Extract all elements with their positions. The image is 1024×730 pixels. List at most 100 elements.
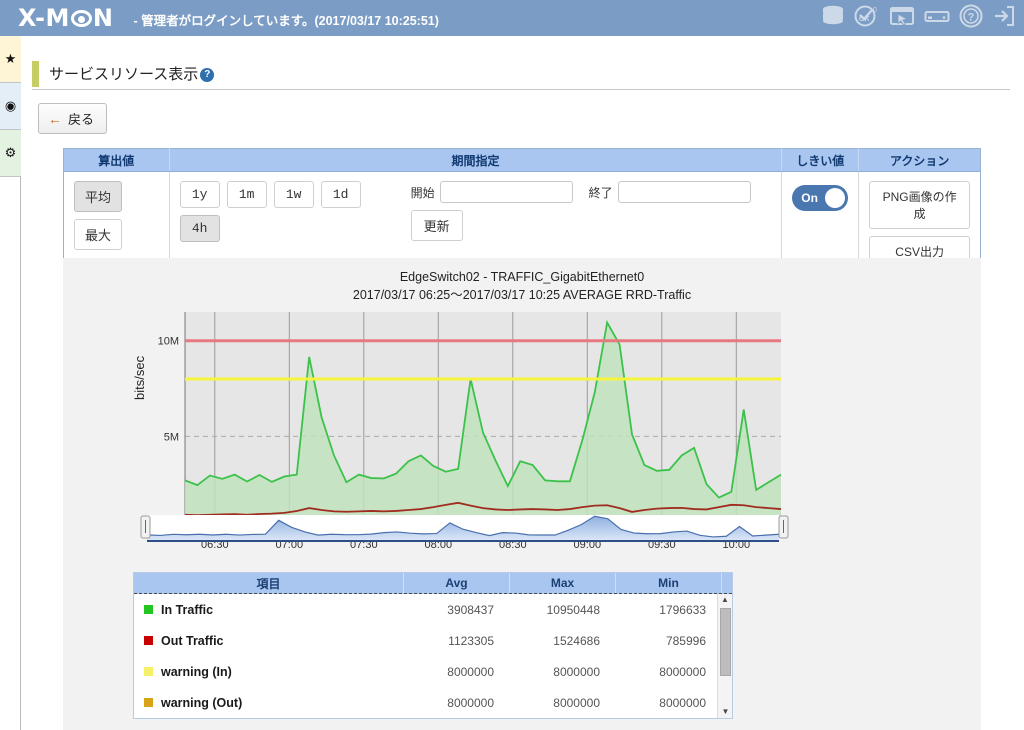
chart-title: EdgeSwitch02 - TRAFFIC_GigabitEthernet0 [399, 270, 645, 284]
header-calc: 算出値 [63, 148, 170, 172]
table-row: warning (In) 8000000 8000000 8000000 [134, 656, 732, 687]
cell-max: 1524686 [553, 633, 600, 648]
check-ok-icon[interactable]: 0 OK [854, 4, 880, 33]
range-1w-button[interactable]: 1w [273, 181, 314, 208]
series-color-swatch [144, 605, 153, 614]
table-scrollbar[interactable]: ▲ ▼ [717, 594, 732, 718]
column-header-max: Max [510, 573, 616, 593]
page-title: サービスリソース表示? [49, 63, 215, 84]
svg-text:0: 0 [873, 7, 877, 14]
cell-max: 10950448 [546, 602, 600, 617]
svg-text:10M: 10M [158, 336, 179, 348]
range-1d-button[interactable]: 1d [320, 181, 361, 208]
drive-icon[interactable] [924, 7, 950, 30]
chart-panel: EdgeSwitch02 - TRAFFIC_GigabitEthernet0 … [63, 258, 981, 730]
start-date-input[interactable] [439, 181, 573, 203]
star-icon: ★ [4, 51, 17, 66]
start-label: 開始 [410, 185, 435, 200]
update-button[interactable]: 更新 [410, 210, 463, 241]
arrow-left-icon: ← [48, 110, 62, 127]
header-action: アクション [858, 148, 981, 172]
cell-avg: 8000000 [447, 695, 494, 710]
sidebar-item-monitor[interactable]: ◉ [0, 83, 21, 130]
brand-prefix: X-M [18, 4, 70, 32]
cell-min: 8000000 [659, 695, 706, 710]
calc-average-button[interactable]: 平均 [74, 181, 122, 212]
svg-text:OK: OK [859, 16, 870, 23]
title-accent-bar [32, 60, 39, 87]
date-range-group: 開始 終了 更新 [410, 181, 751, 242]
end-label: 終了 [588, 185, 613, 200]
cell-min: 1796633 [659, 602, 706, 617]
chart-title-block: EdgeSwitch02 - TRAFFIC_GigabitEthernet0 … [63, 258, 981, 304]
threshold-toggle[interactable]: On [792, 185, 849, 211]
scroll-up-arrow-icon[interactable]: ▲ [718, 594, 732, 606]
range-navigator[interactable] [133, 511, 793, 545]
cell-avg: 1123305 [448, 633, 494, 648]
row-label-text: In Traffic [161, 602, 214, 617]
table-body: In Traffic 3908437 10950448 1796633 Out Traf… [134, 594, 732, 718]
controls-header-row: 算出値 期間指定 しきい値 アクション [63, 148, 981, 172]
login-status-message: - 管理者がログインしています。(2017/03/17 10:25:51) [133, 13, 439, 28]
cell-min: 8000000 [659, 664, 706, 679]
table-row: warning (Out) 8000000 8000000 8000000 [134, 687, 732, 718]
statistics-table: 項目 Avg Max Min In Traffic 3908437 10950448… [133, 572, 733, 719]
database-icon[interactable] [821, 5, 845, 32]
scroll-down-arrow-icon[interactable]: ▼ [718, 706, 732, 718]
range-buttons-group: 1y 1m 1w 1d 4h [179, 181, 361, 242]
scrollbar-thumb[interactable] [720, 608, 731, 676]
help-icon[interactable]: ? [959, 4, 983, 33]
page-title-text: サービスリソース表示 [49, 66, 199, 83]
toggle-knob [825, 188, 846, 208]
window-cursor-icon[interactable] [889, 5, 915, 32]
left-sidebar: ★ ◉ ⚙ [0, 36, 21, 730]
create-png-button[interactable]: PNG画像の作成 [869, 181, 970, 229]
calc-max-button[interactable]: 最大 [74, 219, 122, 250]
column-header-avg: Avg [404, 573, 510, 593]
gear-icon: ⚙ [4, 145, 17, 160]
table-header-row: 項目 Avg Max Min [134, 573, 732, 594]
chart-y-axis-label: bits/sec [132, 355, 147, 400]
logout-icon[interactable] [992, 4, 1016, 33]
svg-text:?: ? [968, 11, 975, 23]
table-row: In Traffic 3908437 10950448 1796633 [134, 594, 732, 625]
range-1y-button[interactable]: 1y [179, 181, 220, 208]
row-label: In Traffic [134, 603, 404, 617]
page-help-icon[interactable]: ? [200, 68, 215, 82]
column-header-item: 項目 [134, 573, 404, 593]
column-header-min: Min [616, 573, 722, 593]
row-label-text: Out Traffic [161, 633, 224, 648]
page-header: サービスリソース表示? [32, 58, 1010, 90]
row-label: warning (In) [134, 665, 404, 679]
sidebar-item-settings[interactable]: ⚙ [0, 130, 21, 177]
app-logo: X-M N [18, 4, 113, 32]
range-4h-button[interactable]: 4h [179, 215, 220, 242]
brand-suffix: N [92, 4, 114, 32]
chart-subtitle: 2017/03/17 06:25～2017/03/17 10:25 AVERAG… [352, 288, 692, 302]
back-button[interactable]: ← 戻る [38, 103, 108, 134]
top-icon-bar: 0 OK ? [821, 0, 1016, 36]
navigator-wrap[interactable] [133, 511, 793, 550]
row-label-text: warning (In) [161, 664, 232, 679]
header-threshold: しきい値 [781, 148, 860, 172]
series-color-swatch [144, 698, 153, 707]
cell-avg: 3908437 [447, 602, 494, 617]
range-1m-button[interactable]: 1m [226, 181, 267, 208]
threshold-toggle-label: On [801, 191, 818, 205]
cell-max: 8000000 [553, 664, 600, 679]
row-label-text: warning (Out) [161, 695, 243, 710]
header-period: 期間指定 [169, 148, 783, 172]
table-row: Out Traffic 1123305 1524686 785996 [134, 625, 732, 656]
sidebar-item-favorites[interactable]: ★ [0, 36, 21, 83]
series-color-swatch [144, 636, 153, 645]
svg-text:5M: 5M [164, 431, 179, 443]
eye-icon: ◉ [4, 98, 17, 113]
row-label: warning (Out) [134, 696, 404, 710]
cell-min: 785996 [665, 633, 706, 648]
cell-avg: 8000000 [447, 664, 494, 679]
top-bar: X-M N - 管理者がログインしています。(2017/03/17 10:25:5… [0, 0, 1024, 36]
cell-max: 8000000 [553, 695, 600, 710]
row-label: Out Traffic [134, 634, 404, 648]
back-button-label: 戻る [68, 112, 95, 127]
end-date-input[interactable] [617, 181, 751, 203]
